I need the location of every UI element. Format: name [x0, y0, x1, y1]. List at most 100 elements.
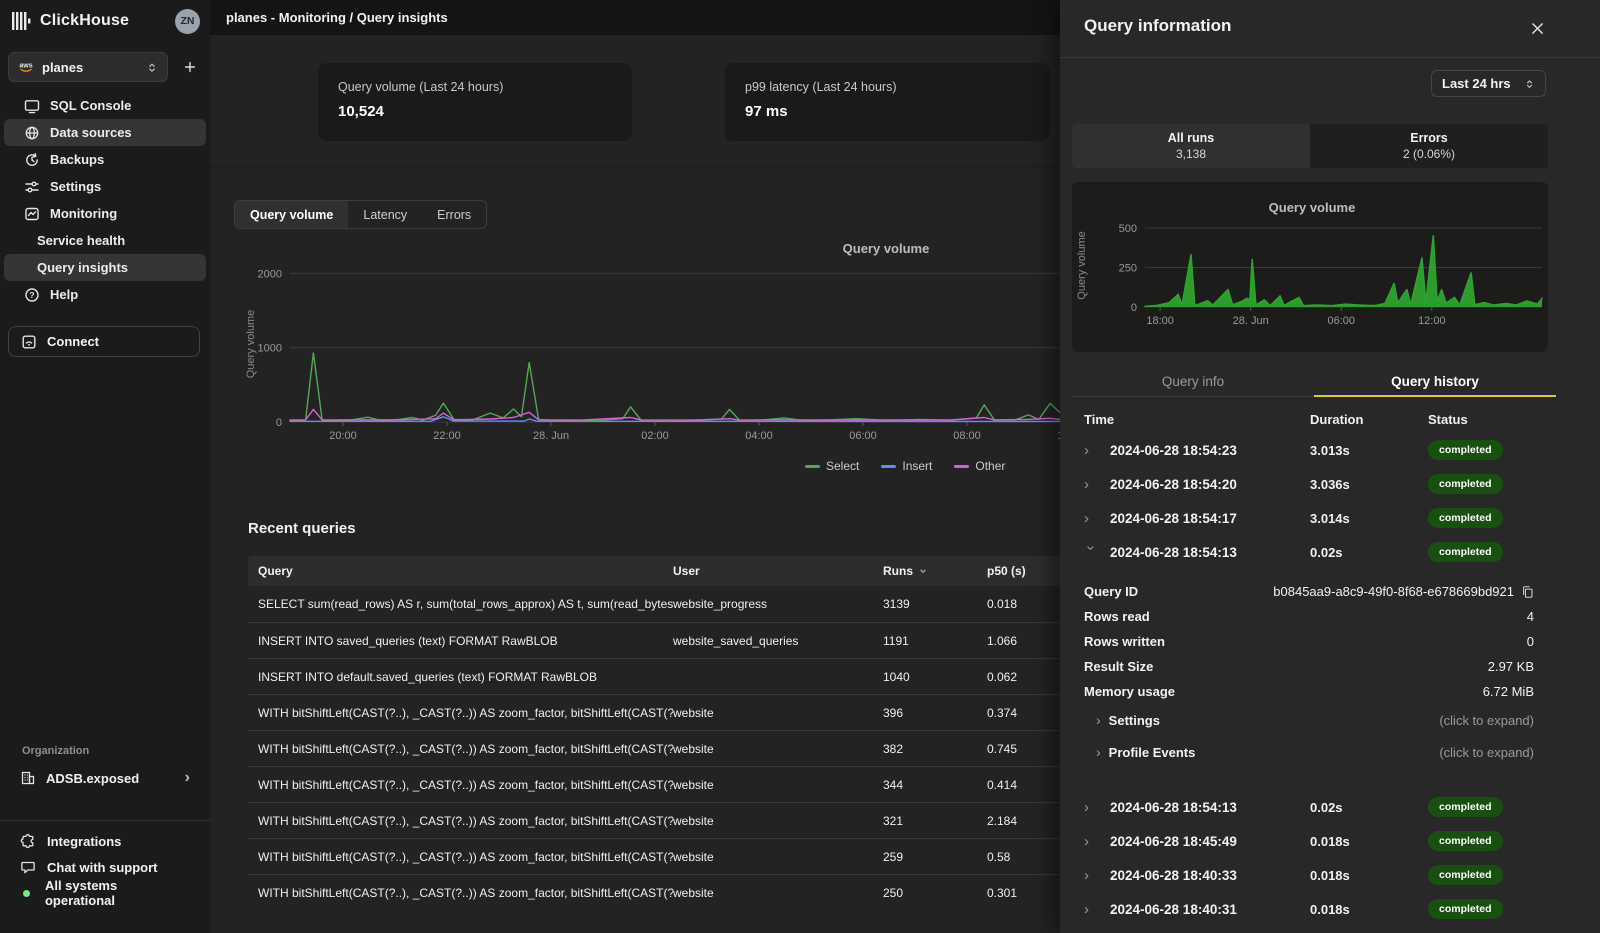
history-row[interactable]: ›2024-06-28 18:40:310.018scompleted: [1060, 892, 1600, 926]
organization-name: ADSB.exposed: [46, 771, 139, 786]
detail-row-rows-written: Rows written0: [1060, 629, 1600, 654]
cell-p50: 0.414: [987, 778, 1060, 792]
expand-chevron-icon[interactable]: ›: [1084, 868, 1098, 883]
table-row[interactable]: WITH bitShiftLeft(CAST(?..), _CAST(?..))…: [248, 802, 1060, 838]
main-content: planes - Monitoring / Query insights Que…: [210, 0, 1060, 933]
status-badge: completed: [1428, 508, 1503, 528]
tab-query-volume[interactable]: Query volume: [235, 201, 348, 228]
cell-query: WITH bitShiftLeft(CAST(?..), _CAST(?..))…: [258, 850, 673, 864]
expand-chevron-icon[interactable]: ›: [1096, 712, 1101, 728]
close-icon[interactable]: [1528, 19, 1546, 37]
expand-chevron-icon[interactable]: ›: [1084, 834, 1098, 849]
mini-chart-svg: 025050018:0028. Jun06:0012:00Query volum…: [1072, 182, 1548, 352]
history-status-cell: completed: [1428, 865, 1600, 885]
service-selector[interactable]: aws planes: [8, 52, 168, 82]
table-row[interactable]: WITH bitShiftLeft(CAST(?..), _CAST(?..))…: [248, 766, 1060, 802]
legend-item-other[interactable]: Other: [954, 459, 1005, 473]
history-row[interactable]: ›2024-06-28 18:54:173.014scompleted: [1060, 501, 1600, 535]
detail-row-result-size: Result Size2.97 KB: [1060, 654, 1600, 679]
tab-latency[interactable]: Latency: [348, 201, 422, 228]
sidebar-item-sql-console[interactable]: SQL Console: [4, 92, 206, 119]
sidebar-item-settings[interactable]: Settings: [4, 173, 206, 200]
status-badge: completed: [1428, 474, 1503, 494]
expand-chevron-icon[interactable]: ›: [1096, 744, 1101, 760]
system-status-item[interactable]: All systems operational: [8, 880, 202, 906]
detail-row-profile-events[interactable]: ›Profile Events(click to expand): [1060, 736, 1600, 768]
sidebar-item-service-health[interactable]: Service health: [4, 227, 206, 254]
cell-runs: 1040: [883, 670, 987, 684]
legend-label: Insert: [902, 459, 932, 473]
tab-errors[interactable]: Errors: [422, 201, 486, 228]
table-row[interactable]: WITH bitShiftLeft(CAST(?..), _CAST(?..))…: [248, 730, 1060, 766]
sort-desc-icon: [918, 566, 928, 576]
connect-label: Connect: [47, 334, 99, 349]
expand-chevron-icon[interactable]: ›: [1084, 545, 1099, 559]
expand-chevron-icon[interactable]: ›: [1084, 511, 1098, 526]
table-row[interactable]: WITH bitShiftLeft(CAST(?..), _CAST(?..))…: [248, 838, 1060, 874]
copy-icon[interactable]: [1521, 585, 1534, 599]
sidebar-item-label: Service health: [37, 233, 125, 248]
svg-text:Query volume: Query volume: [843, 241, 930, 256]
add-service-button[interactable]: [178, 55, 202, 79]
time-range-select[interactable]: Last 24 hrs: [1431, 70, 1546, 97]
detail-value: (click to expand): [1439, 713, 1534, 728]
status-badge: completed: [1428, 797, 1503, 817]
detail-row-settings[interactable]: ›Settings(click to expand): [1060, 704, 1600, 736]
status-dot: [23, 890, 30, 897]
detail-label: Result Size: [1084, 659, 1153, 674]
expand-chevron-icon[interactable]: ›: [1084, 800, 1098, 815]
chat-support-item[interactable]: Chat with support: [8, 854, 202, 880]
table-row[interactable]: WITH bitShiftLeft(CAST(?..), _CAST(?..))…: [248, 874, 1060, 910]
svg-text:Query volume: Query volume: [1076, 231, 1088, 299]
chart-tabs: Query volume Latency Errors: [234, 200, 487, 229]
status-badge: completed: [1428, 865, 1503, 885]
history-row[interactable]: ›2024-06-28 18:54:233.013scompleted: [1060, 433, 1600, 467]
puzzle-icon: [20, 833, 36, 849]
svg-text:aws: aws: [19, 63, 32, 70]
stat-label: Query volume (Last 24 hours): [338, 80, 612, 94]
toggle-errors[interactable]: Errors 2 (0.06%): [1310, 124, 1548, 168]
cell-p50: 0.301: [987, 886, 1060, 900]
query-information-panel: Query information Last 24 hrs All runs 3…: [1060, 0, 1600, 933]
sidebar-item-monitoring[interactable]: Monitoring: [4, 200, 206, 227]
history-row[interactable]: ›2024-06-28 18:40:330.018scompleted: [1060, 858, 1600, 892]
toggle-all-runs[interactable]: All runs 3,138: [1072, 124, 1310, 168]
svg-text:02:00: 02:00: [641, 430, 669, 442]
legend-item-select[interactable]: Select: [805, 459, 859, 473]
console-icon: [24, 98, 40, 114]
cell-runs: 259: [883, 850, 987, 864]
tab-query-history[interactable]: Query history: [1314, 368, 1556, 397]
chevron-right-icon: ›: [185, 770, 190, 786]
sidebar-item-help[interactable]: ? Help: [4, 281, 206, 308]
organization-selector[interactable]: ADSB.exposed ›: [8, 763, 202, 793]
cell-runs: 382: [883, 742, 987, 756]
connect-icon: [21, 334, 37, 350]
avatar[interactable]: ZN: [175, 9, 200, 34]
legend-item-insert[interactable]: Insert: [881, 459, 932, 473]
table-row[interactable]: INSERT INTO saved_queries (text) FORMAT …: [248, 622, 1060, 658]
table-row[interactable]: SELECT sum(read_rows) AS r, sum(total_ro…: [248, 586, 1060, 622]
connect-button[interactable]: Connect: [8, 326, 200, 357]
expand-chevron-icon[interactable]: ›: [1084, 902, 1098, 917]
expand-chevron-icon[interactable]: ›: [1084, 443, 1098, 458]
sidebar-item-data-sources[interactable]: Data sources: [4, 119, 206, 146]
integrations-item[interactable]: Integrations: [8, 828, 202, 854]
expand-chevron-icon[interactable]: ›: [1084, 477, 1098, 492]
service-name: planes: [42, 60, 138, 75]
runs-errors-toggle: All runs 3,138 Errors 2 (0.06%): [1072, 124, 1548, 168]
column-header-runs[interactable]: Runs: [883, 564, 987, 578]
tab-query-info[interactable]: Query info: [1072, 368, 1314, 397]
table-row[interactable]: WITH bitShiftLeft(CAST(?..), _CAST(?..))…: [248, 694, 1060, 730]
svg-text:08:00: 08:00: [953, 430, 981, 442]
detail-row-query-id: Query IDb0845aa9-a8c9-49f0-8f68-e678669b…: [1060, 579, 1600, 604]
table-row[interactable]: INSERT INTO default.saved_queries (text)…: [248, 658, 1060, 694]
history-row[interactable]: ›2024-06-28 18:54:130.02scompleted: [1060, 790, 1600, 824]
sidebar-item-backups[interactable]: Backups: [4, 146, 206, 173]
history-row[interactable]: ›2024-06-28 18:54:203.036scompleted: [1060, 467, 1600, 501]
history-row[interactable]: ›2024-06-28 18:54:130.02scompleted: [1060, 535, 1600, 569]
cell-runs: 1191: [883, 634, 987, 648]
history-row[interactable]: ›2024-06-28 18:45:490.018scompleted: [1060, 824, 1600, 858]
sidebar-item-query-insights[interactable]: Query insights: [4, 254, 206, 281]
history-duration: 3.036s: [1310, 477, 1428, 492]
footer-item-label: All systems operational: [45, 878, 190, 908]
